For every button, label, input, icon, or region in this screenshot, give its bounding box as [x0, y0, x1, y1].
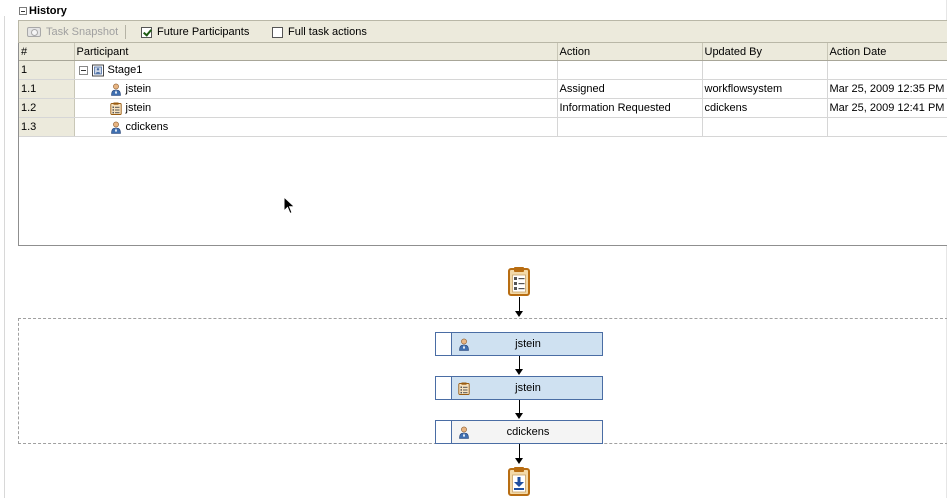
user-icon: [458, 338, 470, 351]
row-number: 1: [19, 60, 75, 80]
action-date-cell: Mar 25, 2009 12:41 PM: [827, 98, 947, 118]
row-number: 1.1: [19, 79, 75, 99]
connector-line: [519, 356, 520, 369]
arrow-down-icon: [515, 311, 523, 317]
row-number: 1.3: [19, 117, 75, 137]
full-task-actions-label: Full task actions: [288, 26, 367, 38]
future-participants-checkbox[interactable]: Future Participants: [141, 25, 249, 39]
updated-by-cell: [702, 117, 828, 137]
action-date-cell: [827, 60, 947, 80]
toolbar-separator: [125, 25, 126, 39]
clipboard-icon: [508, 267, 530, 296]
updated-by-cell: workflowsystem: [702, 79, 828, 99]
participant-cell: jstein: [74, 98, 558, 118]
updated-by-cell: cdickens: [702, 98, 828, 118]
diagram-node-cdickens[interactable]: cdickens: [435, 420, 603, 444]
column-header-number[interactable]: #: [19, 43, 75, 61]
column-header-participant[interactable]: Participant: [74, 43, 558, 61]
action-cell: [557, 117, 703, 137]
user-icon: [110, 121, 122, 134]
download-icon: [508, 467, 530, 496]
participant-cell: Stage1: [74, 60, 558, 80]
updated-by-cell: [702, 60, 828, 80]
column-header-action-date[interactable]: Action Date: [827, 43, 947, 61]
checkbox-unchecked-icon[interactable]: [272, 26, 283, 38]
collapse-toggle-icon[interactable]: [19, 7, 27, 15]
task-snapshot-button[interactable]: Task Snapshot: [27, 25, 118, 39]
participant-cell: jstein: [74, 79, 558, 99]
table-row[interactable]: 1.3 cdickens: [19, 117, 947, 137]
user-icon: [110, 83, 122, 96]
table-row[interactable]: 1 Stage1: [19, 60, 947, 80]
camera-icon: [27, 27, 41, 37]
history-title: History: [29, 5, 67, 17]
node-stub: [436, 421, 452, 443]
node-label: cdickens: [506, 426, 550, 438]
future-participants-label: Future Participants: [157, 26, 250, 38]
panel-left-border: [4, 16, 5, 498]
action-cell: Information Requested: [557, 98, 703, 118]
task-list-icon: [458, 382, 470, 395]
diagram-node-jstein-info-requested[interactable]: jstein: [435, 376, 603, 400]
participant-name: cdickens: [125, 121, 169, 133]
row-number: 1.2: [19, 98, 75, 118]
column-header-updated-by[interactable]: Updated By: [702, 43, 828, 61]
participant-cell: cdickens: [74, 117, 558, 137]
arrow-down-icon: [515, 369, 523, 375]
history-header: History: [0, 2, 947, 18]
arrow-down-icon: [515, 458, 523, 464]
participant-name: jstein: [125, 83, 152, 95]
task-snapshot-label: Task Snapshot: [46, 26, 119, 38]
node-stub: [436, 333, 452, 355]
mouse-cursor-icon: [283, 196, 296, 215]
node-label: jstein: [515, 338, 541, 350]
arrow-down-icon: [515, 413, 523, 419]
table-row[interactable]: 1.1 jstein Assigned workflowsystem Mar 2…: [19, 79, 947, 99]
participant-name: jstein: [125, 102, 152, 114]
diagram-node-jstein-assigned[interactable]: jstein: [435, 332, 603, 356]
node-stub: [436, 377, 452, 399]
action-date-cell: Mar 25, 2009 12:35 PM: [827, 79, 947, 99]
connector-line: [519, 297, 520, 311]
node-label: jstein: [515, 382, 541, 394]
connector-line: [519, 444, 520, 458]
history-toolbar: Task Snapshot Future Participants Full t…: [18, 20, 947, 43]
action-cell: [557, 60, 703, 80]
history-table: # Participant Action Updated By Action D…: [18, 43, 947, 246]
action-date-cell: [827, 117, 947, 137]
participant-name: Stage1: [107, 64, 143, 76]
column-header-action[interactable]: Action: [557, 43, 703, 61]
checkbox-checked-icon[interactable]: [141, 26, 152, 38]
tree-collapse-icon[interactable]: [78, 65, 88, 75]
user-icon: [458, 426, 470, 439]
task-list-icon: [110, 102, 122, 115]
stage-icon: [92, 64, 104, 77]
connector-line: [519, 400, 520, 413]
action-cell: Assigned: [557, 79, 703, 99]
full-task-actions-checkbox[interactable]: Full task actions: [272, 25, 367, 39]
table-row[interactable]: 1.2 jstein Information Requested cdicken…: [19, 98, 947, 118]
